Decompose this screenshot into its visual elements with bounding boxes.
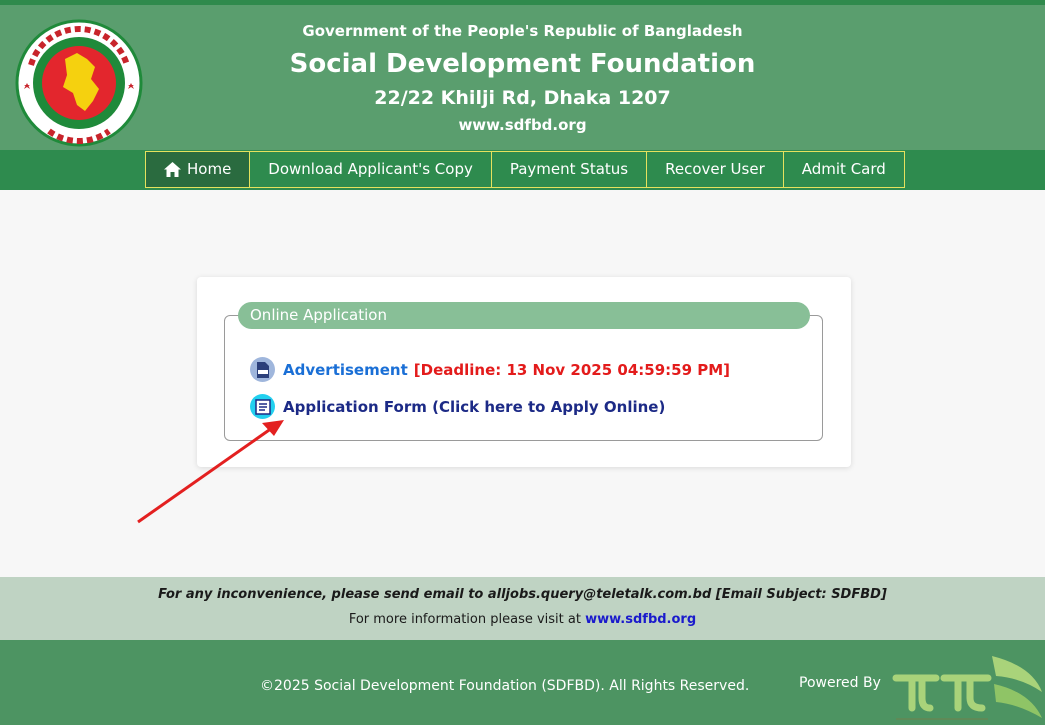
more-info-prefix: For more information please visit at xyxy=(348,612,581,627)
form-icon xyxy=(250,394,275,419)
nav-recover-user[interactable]: Recover User xyxy=(646,151,784,188)
application-card: Online Application Advertisement [Deadli… xyxy=(197,277,851,467)
nav-download-applicant-copy[interactable]: Download Applicant's Copy xyxy=(249,151,492,188)
government-line: Government of the People's Republic of B… xyxy=(302,22,743,40)
home-icon xyxy=(164,162,181,177)
organization-address: 22/22 Khilji Rd, Dhaka 1207 xyxy=(374,87,671,109)
more-info-line: For more information please visit at www… xyxy=(0,612,1045,627)
nav-home-label: Home xyxy=(187,160,232,178)
site-header: Government of the People's Republic of B… xyxy=(0,5,1045,150)
site-footer: ©2025 Social Development Foundation (SDF… xyxy=(0,640,1045,725)
copyright-text: ©2025 Social Development Foundation (SDF… xyxy=(260,678,750,694)
application-form-link[interactable]: Application Form (Click here to Apply On… xyxy=(283,398,665,416)
application-legend: Online Application xyxy=(238,302,810,329)
pdf-icon xyxy=(250,357,275,382)
deadline-text: [Deadline: 13 Nov 2025 04:59:59 PM] xyxy=(413,360,731,379)
contact-email-notice: For any inconvenience, please send email… xyxy=(158,587,887,602)
info-bar: For any inconvenience, please send email… xyxy=(0,577,1045,640)
more-info-link[interactable]: www.sdfbd.org xyxy=(585,612,696,627)
organization-website: www.sdfbd.org xyxy=(458,116,587,134)
organization-name: Social Development Foundation xyxy=(289,49,756,79)
nav-payment-status[interactable]: Payment Status xyxy=(490,151,648,188)
application-form-row: Application Form (Click here to Apply On… xyxy=(250,394,665,419)
teletalk-logo[interactable] xyxy=(892,648,1045,725)
advertisement-row: Advertisement [Deadline: 13 Nov 2025 04:… xyxy=(250,357,730,382)
nav-admit-card[interactable]: Admit Card xyxy=(782,151,905,188)
nav-home[interactable]: Home xyxy=(145,151,251,188)
advertisement-link[interactable]: Advertisement xyxy=(283,361,408,379)
main-nav: Home Download Applicant's Copy Payment S… xyxy=(145,151,905,188)
powered-by-text: Powered By xyxy=(799,675,881,691)
